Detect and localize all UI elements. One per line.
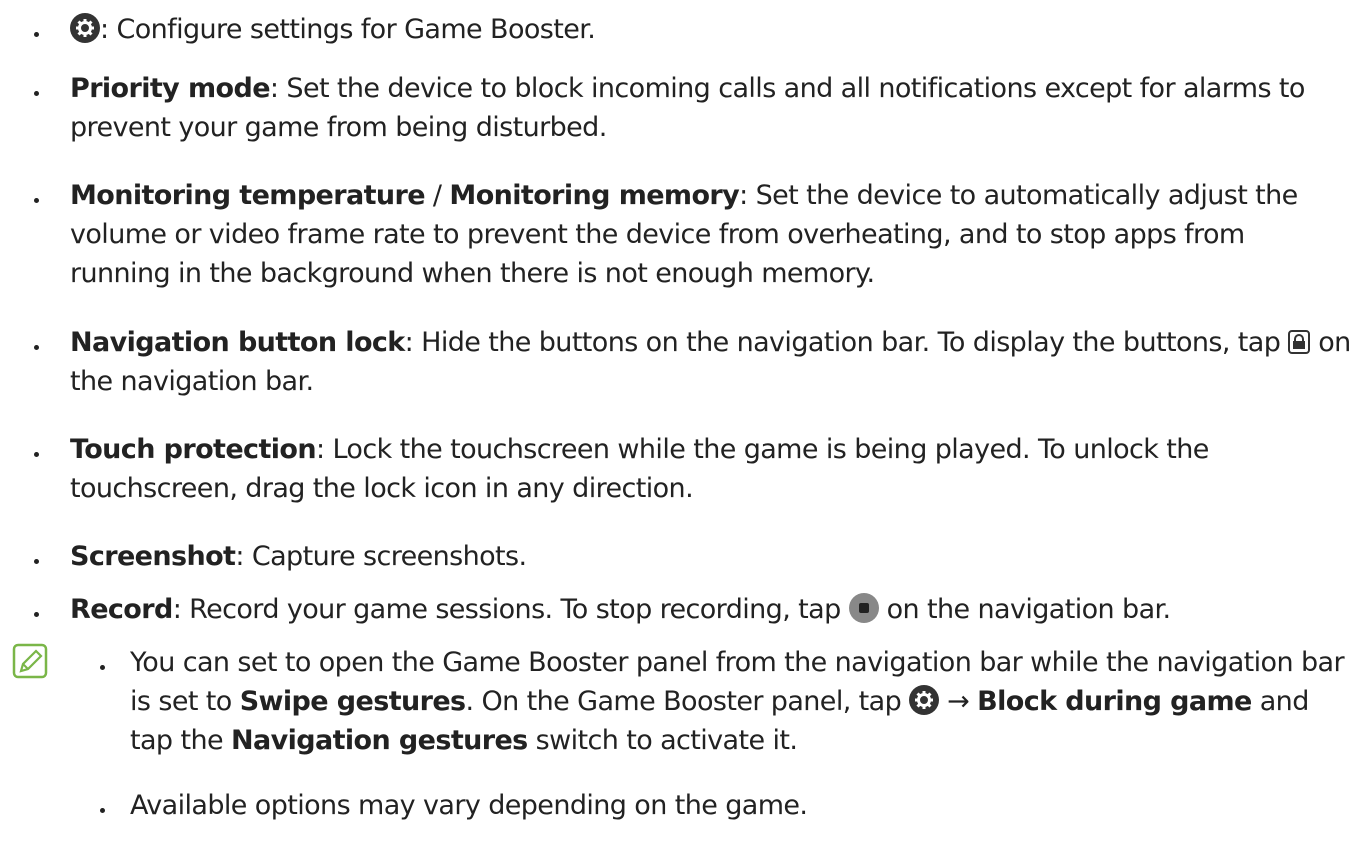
bullet bbox=[100, 808, 105, 813]
item-description: : Capture screenshots. bbox=[235, 541, 527, 572]
list-item-text: Monitoring temperature / Monitoring memo… bbox=[70, 176, 1352, 293]
item-title: Touch protection bbox=[70, 434, 317, 465]
item-title: Priority mode bbox=[70, 73, 271, 104]
manual-page: : Configure settings for Game Booster. P… bbox=[0, 0, 1362, 847]
bullet bbox=[34, 345, 39, 350]
item-description: : Configure settings for Game Booster. bbox=[100, 14, 596, 45]
bullet bbox=[34, 559, 39, 564]
stop-recording-icon bbox=[848, 593, 879, 623]
list-item-text: Record: Record your game sessions. To st… bbox=[70, 590, 1352, 629]
note-pencil-icon bbox=[12, 643, 48, 679]
item-description: : Hide the buttons on the navigation bar… bbox=[404, 327, 1281, 358]
list-item-text: Screenshot: Capture screenshots. bbox=[70, 537, 1352, 576]
bullet bbox=[34, 612, 39, 617]
list-item-text: Priority mode: Set the device to block i… bbox=[70, 69, 1352, 147]
item-separator: / bbox=[424, 180, 450, 211]
note-emphasis: Swipe gestures bbox=[239, 686, 466, 718]
gear-icon bbox=[70, 13, 100, 43]
item-description-end: on the navigation bar. bbox=[886, 594, 1172, 625]
note-text: You can set to open the Game Booster pan… bbox=[130, 643, 1352, 760]
note-text-part: . On the Game Booster panel, tap bbox=[465, 686, 902, 718]
navigation-lock-icon bbox=[1288, 330, 1311, 354]
bullet bbox=[34, 91, 39, 96]
bullet bbox=[34, 32, 39, 37]
note-text-part: Available options may vary depending on … bbox=[130, 790, 808, 821]
note-emphasis: Block during game bbox=[977, 686, 1252, 718]
item-description: : Record your game sessions. To stop rec… bbox=[172, 594, 842, 625]
list-item-text: : Configure settings for Game Booster. bbox=[70, 10, 1352, 49]
item-title: Monitoring temperature bbox=[70, 180, 426, 211]
item-title: Navigation button lock bbox=[70, 327, 405, 358]
note-text: Available options may vary depending on … bbox=[130, 786, 1352, 825]
item-title-secondary: Monitoring memory bbox=[449, 180, 740, 211]
note-emphasis: Navigation gestures bbox=[230, 725, 528, 757]
bullet bbox=[34, 452, 39, 457]
list-item-text: Navigation button lock: Hide the buttons… bbox=[70, 323, 1352, 401]
list-item-text: Touch protection: Lock the touchscreen w… bbox=[70, 430, 1352, 508]
arrow-icon: → bbox=[947, 686, 970, 718]
bullet bbox=[100, 665, 105, 670]
bullet bbox=[34, 198, 39, 203]
gear-icon bbox=[909, 685, 940, 716]
note-text-part: switch to activate it. bbox=[535, 725, 798, 757]
item-title: Record bbox=[70, 594, 173, 625]
item-title: Screenshot bbox=[70, 541, 236, 572]
